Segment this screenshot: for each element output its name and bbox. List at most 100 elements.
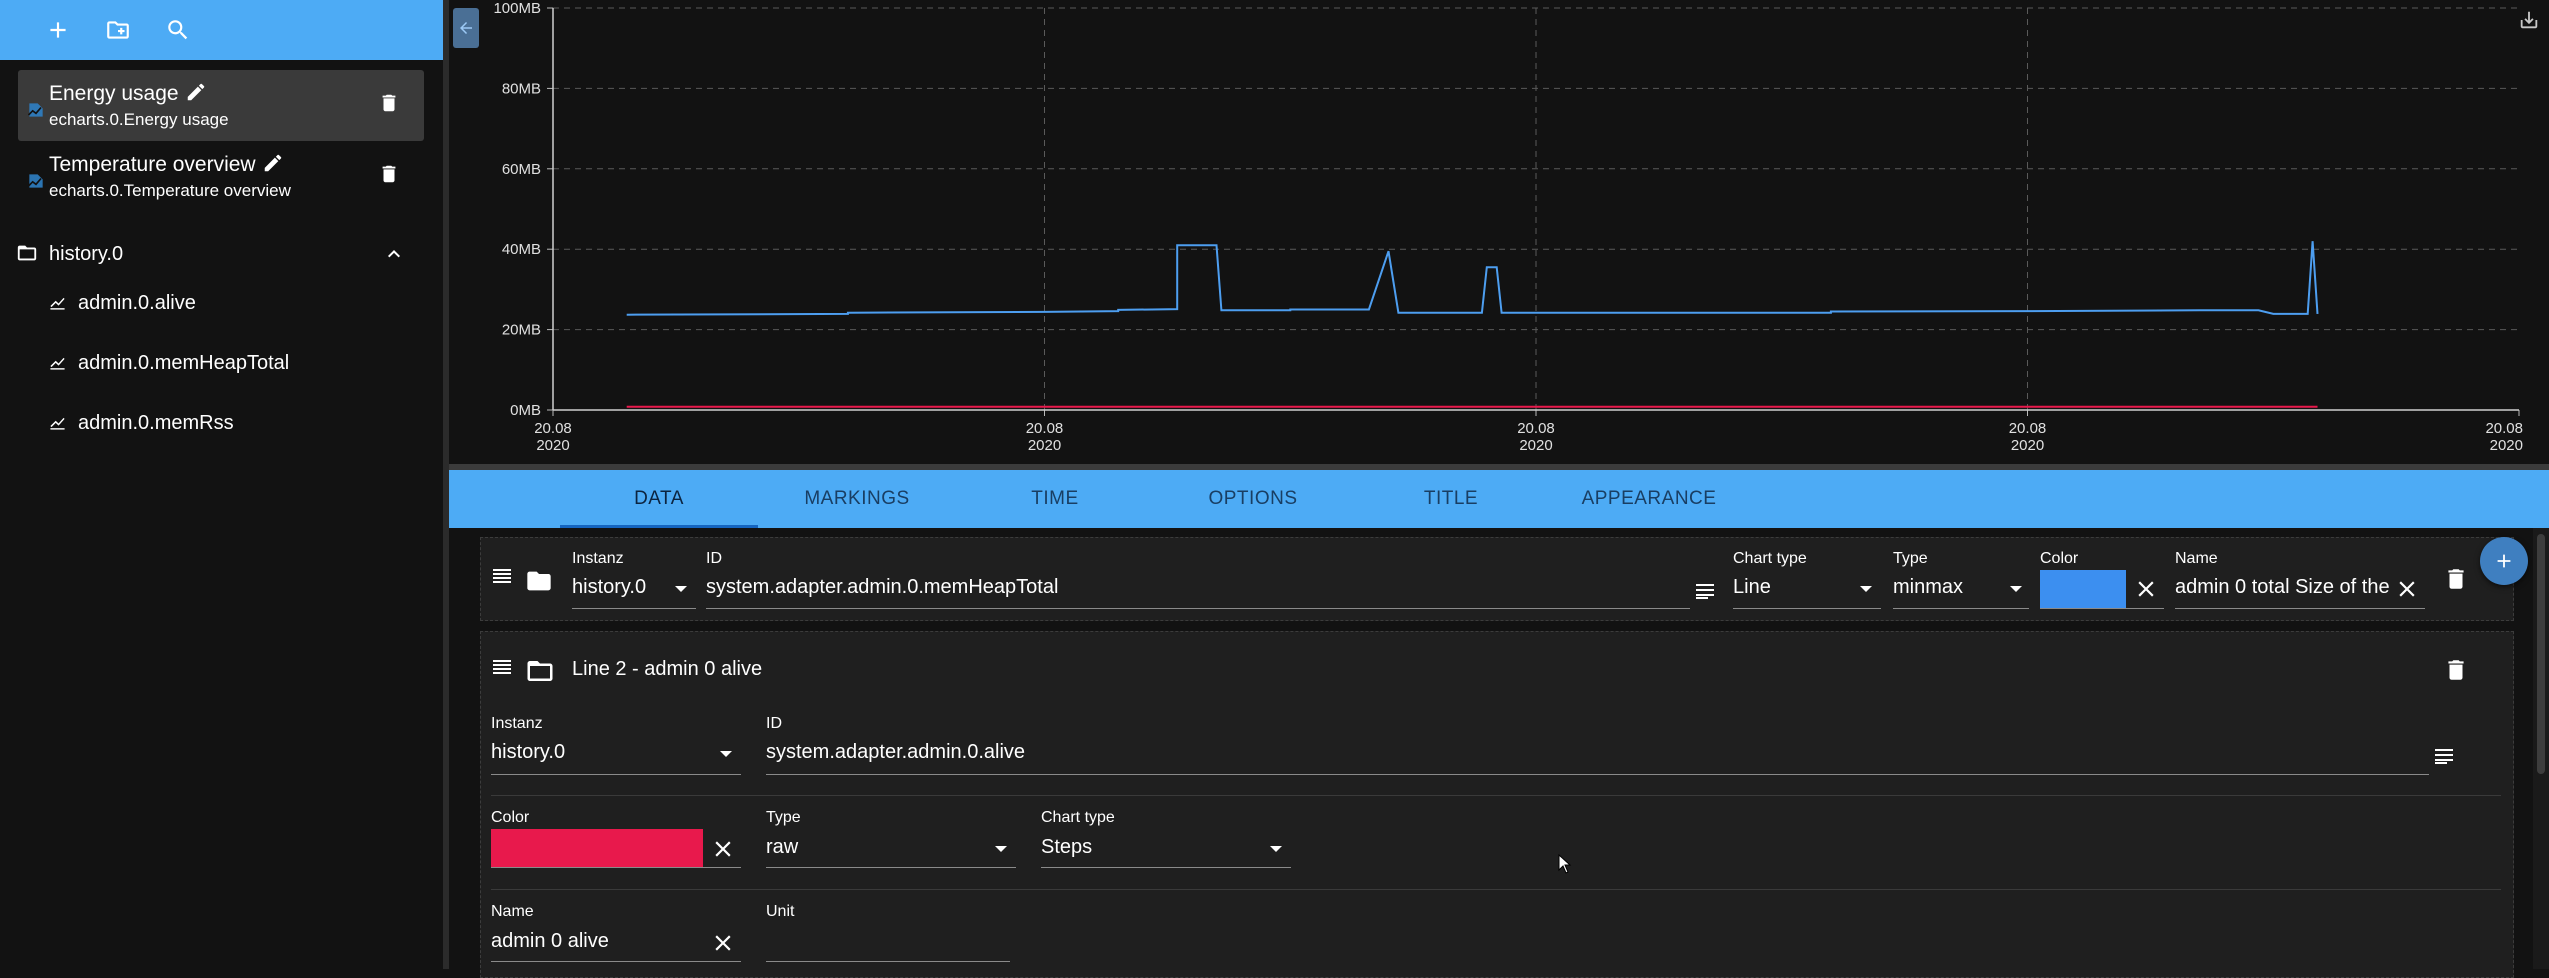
editor-scrollbar[interactable]	[2533, 528, 2549, 969]
collapse-sidebar-button[interactable]	[453, 8, 479, 48]
delete-line-icon[interactable]	[2443, 657, 2469, 683]
unit-label: Unit	[766, 903, 795, 920]
folder-name: history.0	[49, 243, 124, 265]
color-label: Color	[2040, 550, 2079, 567]
mouse-cursor-icon	[1558, 854, 1572, 874]
id-label: ID	[706, 550, 722, 567]
instance-select[interactable]: history.0	[572, 576, 682, 599]
series-line-1	[626, 241, 2319, 316]
chart-type-label: Chart type	[1733, 550, 1807, 567]
sidebar: Energy usage echarts.0.Energy usage Temp…	[0, 0, 443, 969]
clear-icon[interactable]	[2394, 576, 2420, 602]
x-tick-label-date: 20.08	[1517, 420, 1555, 437]
drag-handle-icon[interactable]	[490, 564, 514, 588]
y-tick-label: 80MB	[502, 80, 541, 97]
preset-item-temperature-overview[interactable]: Temperature overview echarts.0.Temperatu…	[18, 141, 424, 212]
y-tick-label: 60MB	[502, 161, 541, 178]
y-tick-label: 20MB	[502, 322, 541, 339]
line-chart-icon	[49, 294, 66, 311]
y-tick-label: 40MB	[502, 241, 541, 258]
search-icon	[168, 20, 188, 40]
x-tick-label-year: 2020	[2011, 437, 2044, 454]
x-tick-label-year: 2020	[1519, 437, 1552, 454]
name-input[interactable]: admin 0 alive	[491, 930, 701, 953]
list-select-icon[interactable]	[1693, 578, 1717, 602]
tab-options[interactable]: OPTIONS	[1154, 470, 1352, 528]
line-chart-icon	[49, 414, 66, 431]
tab-markings[interactable]: MARKINGS	[758, 470, 956, 528]
color-swatch[interactable]	[491, 829, 703, 867]
type-select[interactable]: minmax	[1893, 576, 2013, 599]
edit-icon[interactable]	[185, 81, 207, 103]
add-line-button[interactable]	[2480, 537, 2528, 585]
state-item-memheaptotal[interactable]: admin.0.memHeapTotal	[0, 343, 443, 383]
folder-open-icon[interactable]	[525, 656, 555, 686]
chart-type-select[interactable]: Line	[1733, 576, 1853, 599]
clear-icon[interactable]	[2133, 576, 2159, 602]
x-tick-label-date: 20.08	[1026, 420, 1064, 437]
scrollbar-thumb[interactable]	[2537, 534, 2545, 774]
add-folder-button[interactable]	[102, 14, 134, 46]
x-tick-label-year: 2020	[536, 437, 569, 454]
preset-item-energy-usage[interactable]: Energy usage echarts.0.Energy usage	[18, 70, 424, 141]
tab-appearance[interactable]: APPEARANCE	[1550, 470, 1748, 528]
instance-select[interactable]: history.0	[491, 741, 691, 764]
instance-label: Instanz	[491, 715, 543, 732]
tab-title[interactable]: TITLE	[1352, 470, 1550, 528]
search-button[interactable]	[162, 14, 194, 46]
line-card-2	[480, 631, 2514, 978]
id-input[interactable]: system.adapter.admin.0.alive	[766, 741, 2426, 764]
delete-icon[interactable]	[378, 163, 404, 189]
dropdown-arrow-icon[interactable]	[1270, 846, 1282, 852]
name-input[interactable]: admin 0 total Size of the	[2175, 576, 2390, 599]
state-item-memrss[interactable]: admin.0.memRss	[0, 403, 443, 443]
id-input[interactable]: system.adapter.admin.0.memHeapTotal	[706, 576, 1686, 599]
clear-icon[interactable]	[710, 930, 736, 956]
type-label: Type	[1893, 550, 1928, 567]
dropdown-arrow-icon[interactable]	[2010, 586, 2022, 592]
delete-icon[interactable]	[378, 92, 404, 118]
dropdown-arrow-icon[interactable]	[1860, 586, 1872, 592]
y-tick-label: 100MB	[493, 0, 541, 17]
folder-history-0[interactable]: history.0	[0, 236, 443, 272]
download-icon[interactable]	[2518, 9, 2540, 31]
name-label: Name	[2175, 550, 2218, 567]
state-item-alive[interactable]: admin.0.alive	[0, 283, 443, 323]
arrow-left-icon	[460, 22, 472, 34]
edit-icon[interactable]	[262, 152, 284, 174]
preset-title: Temperature overview	[49, 152, 284, 177]
add-preset-button[interactable]	[42, 14, 74, 46]
tab-data[interactable]: DATA	[560, 470, 758, 528]
dropdown-arrow-icon[interactable]	[675, 586, 687, 592]
preset-subtitle: echarts.0.Energy usage	[49, 110, 229, 129]
state-name: admin.0.memHeapTotal	[78, 352, 290, 374]
folder-open-icon	[16, 242, 38, 264]
clear-icon[interactable]	[710, 836, 736, 862]
preset-title: Energy usage	[49, 81, 207, 106]
chart-type-select[interactable]: Steps	[1041, 836, 1241, 859]
name-label: Name	[491, 903, 534, 920]
type-label: Type	[766, 809, 801, 826]
dropdown-arrow-icon[interactable]	[720, 751, 732, 757]
list-select-icon[interactable]	[2432, 743, 2456, 767]
state-name: admin.0.memRss	[78, 412, 234, 434]
drag-handle-icon[interactable]	[490, 655, 514, 679]
preset-subtitle: echarts.0.Temperature overview	[49, 181, 291, 200]
line-title: Line 2 - admin 0 alive	[572, 658, 763, 680]
folder-icon[interactable]	[525, 567, 553, 595]
color-swatch[interactable]	[2040, 570, 2126, 608]
dropdown-arrow-icon[interactable]	[995, 846, 1007, 852]
chevron-up-icon[interactable]	[382, 242, 406, 266]
x-tick-label-year: 2020	[2490, 437, 2523, 454]
type-select[interactable]: raw	[766, 836, 966, 859]
plus-icon	[50, 22, 66, 38]
sidebar-toolbar	[0, 0, 443, 60]
tab-time[interactable]: TIME	[956, 470, 1154, 528]
state-name: admin.0.alive	[78, 292, 196, 314]
instance-label: Instanz	[572, 550, 624, 567]
delete-line-icon[interactable]	[2443, 566, 2469, 592]
chart-area: 0MB 20MB 40MB 60MB 80MB 100MB 20.08 2020 20.08 20…	[449, 0, 2549, 464]
x-tick-label-date: 20.08	[2485, 420, 2523, 437]
chart-svg: 0MB20MB40MB60MB80MB100MB20.08202020.0820…	[493, 0, 2523, 454]
plus-icon	[2497, 554, 2511, 568]
